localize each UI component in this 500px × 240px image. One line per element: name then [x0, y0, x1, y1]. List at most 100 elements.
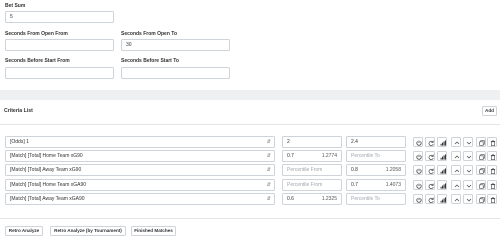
power-button[interactable]	[413, 194, 423, 204]
bar-chart-icon	[440, 182, 446, 189]
criteria-field-value: [Match] [Total] Home Team xG90	[10, 153, 83, 159]
chevron-up-button[interactable]	[451, 180, 461, 190]
seconds-before-start-to-input[interactable]	[121, 67, 230, 79]
bet-sum-label: Bet Sum	[5, 3, 26, 9]
seconds-before-start-to-label: Seconds Before Start To	[121, 58, 179, 64]
criteria-field-select[interactable]: [Match] [Total] Home Team xGA90 ⇵	[5, 179, 275, 191]
copy-icon	[478, 182, 485, 189]
refresh-icon	[428, 140, 434, 146]
trash-button[interactable]	[487, 194, 497, 204]
copy-icon	[478, 153, 485, 160]
power-icon	[415, 168, 422, 174]
refresh-button[interactable]	[425, 194, 435, 204]
bar-chart-button[interactable]	[437, 151, 447, 161]
refresh-icon	[428, 197, 434, 203]
copy-button[interactable]	[476, 194, 486, 204]
power-icon	[415, 197, 422, 203]
power-icon	[415, 140, 422, 146]
trash-button[interactable]	[487, 151, 497, 161]
criteria-field-select[interactable]: [Match] [Total] Away Team xGA90 ⇵	[5, 193, 275, 205]
bar-chart-icon	[440, 139, 446, 146]
refresh-button[interactable]	[425, 165, 435, 175]
copy-button[interactable]	[476, 180, 486, 190]
chevron-up-icon	[454, 141, 459, 144]
chevron-down-button[interactable]	[463, 165, 473, 175]
criteria-field-select[interactable]: [Match] [Total] Away Team xG90 ⇵	[5, 164, 275, 176]
trash-button[interactable]	[487, 180, 497, 190]
seconds-from-open-from-input[interactable]	[5, 39, 114, 51]
criteria-to-value: 2.4	[351, 139, 358, 145]
criteria-to-input[interactable]: Percentile To	[346, 150, 406, 162]
chevron-up-button[interactable]	[451, 137, 461, 147]
bar-chart-button[interactable]	[437, 194, 447, 204]
copy-icon	[478, 139, 485, 146]
bar-chart-button[interactable]	[437, 137, 447, 147]
power-icon	[415, 183, 422, 189]
refresh-button[interactable]	[425, 180, 435, 190]
criteria-to-input[interactable]: 0.7 1.4073	[346, 179, 406, 191]
refresh-button[interactable]	[425, 151, 435, 161]
criteria-from-input[interactable]: 0.7 1.2774	[282, 150, 342, 162]
add-criteria-button[interactable]: Add	[482, 106, 497, 116]
retro-analyze-by-tournament-button[interactable]: Retro Analyze (by Tournament)	[50, 226, 126, 236]
copy-icon	[478, 196, 485, 203]
copy-button[interactable]	[476, 151, 486, 161]
finished-matches-button[interactable]: Finished Matches	[131, 226, 176, 236]
refresh-icon	[428, 183, 434, 189]
retro-analyze-button[interactable]: Retro Analyze	[5, 226, 43, 236]
chevron-down-button[interactable]	[463, 151, 473, 161]
refresh-icon	[428, 168, 434, 174]
seconds-from-open-to-input[interactable]: 30	[121, 39, 230, 51]
criteria-from-input[interactable]: Percentile From	[282, 164, 342, 176]
seconds-before-start-from-label: Seconds Before Start From	[5, 58, 70, 64]
criteria-list-title: Criteria List	[4, 108, 33, 114]
refresh-button[interactable]	[425, 137, 435, 147]
trash-button[interactable]	[487, 137, 497, 147]
bar-chart-button[interactable]	[437, 180, 447, 190]
criteria-to-input[interactable]: 2.4	[346, 136, 406, 148]
criteria-from-input[interactable]: 2	[282, 136, 342, 148]
copy-button[interactable]	[476, 165, 486, 175]
criteria-to-input[interactable]: Percentile To	[346, 193, 406, 205]
criteria-to-value: 0.8	[351, 167, 358, 173]
chevron-up-icon	[454, 198, 459, 201]
criteria-field-value: [Match] [Total] Away Team xGA90	[10, 196, 85, 202]
chevron-up-button[interactable]	[451, 151, 461, 161]
criteria-from-input[interactable]: 0.6 1.2325	[282, 193, 342, 205]
chevron-down-button[interactable]	[463, 194, 473, 204]
power-button[interactable]	[413, 137, 423, 147]
trash-icon	[490, 182, 495, 189]
criteria-to-input[interactable]: 0.8 1.2058	[346, 164, 406, 176]
trash-icon	[490, 167, 495, 174]
power-button[interactable]	[413, 151, 423, 161]
criteria-field-value: [Odds] 1	[10, 139, 29, 145]
criteria-field-select[interactable]: [Odds] 1 ⇵	[5, 136, 275, 148]
criteria-from-hint: 1.2774	[321, 153, 337, 159]
bar-chart-icon	[440, 153, 446, 160]
trash-icon	[490, 196, 495, 203]
trash-button[interactable]	[487, 165, 497, 175]
copy-button[interactable]	[476, 137, 486, 147]
chevron-down-button[interactable]	[463, 137, 473, 147]
footer-divider	[0, 218, 500, 219]
chevron-up-icon	[454, 169, 459, 172]
chevron-down-icon	[466, 155, 471, 158]
chevron-down-button[interactable]	[463, 180, 473, 190]
select-caret-icon: ⇵	[266, 167, 271, 173]
seconds-before-start-from-input[interactable]	[5, 67, 114, 79]
section-separator	[0, 90, 500, 100]
trash-icon	[490, 153, 495, 160]
power-button[interactable]	[413, 165, 423, 175]
criteria-to-hint: 1.4073	[385, 182, 401, 188]
criteria-field-select[interactable]: [Match] [Total] Home Team xG90 ⇵	[5, 150, 275, 162]
criteria-to-value: 0.7	[351, 182, 358, 188]
chevron-up-button[interactable]	[451, 165, 461, 175]
bet-sum-input[interactable]: 5	[5, 11, 114, 23]
chevron-up-button[interactable]	[451, 194, 461, 204]
chevron-up-icon	[454, 155, 459, 158]
bar-chart-button[interactable]	[437, 165, 447, 175]
criteria-to-placeholder: Percentile To	[351, 153, 380, 159]
power-button[interactable]	[413, 180, 423, 190]
criteria-from-value: 2	[287, 139, 290, 145]
criteria-from-input[interactable]: Percentile From	[282, 179, 342, 191]
